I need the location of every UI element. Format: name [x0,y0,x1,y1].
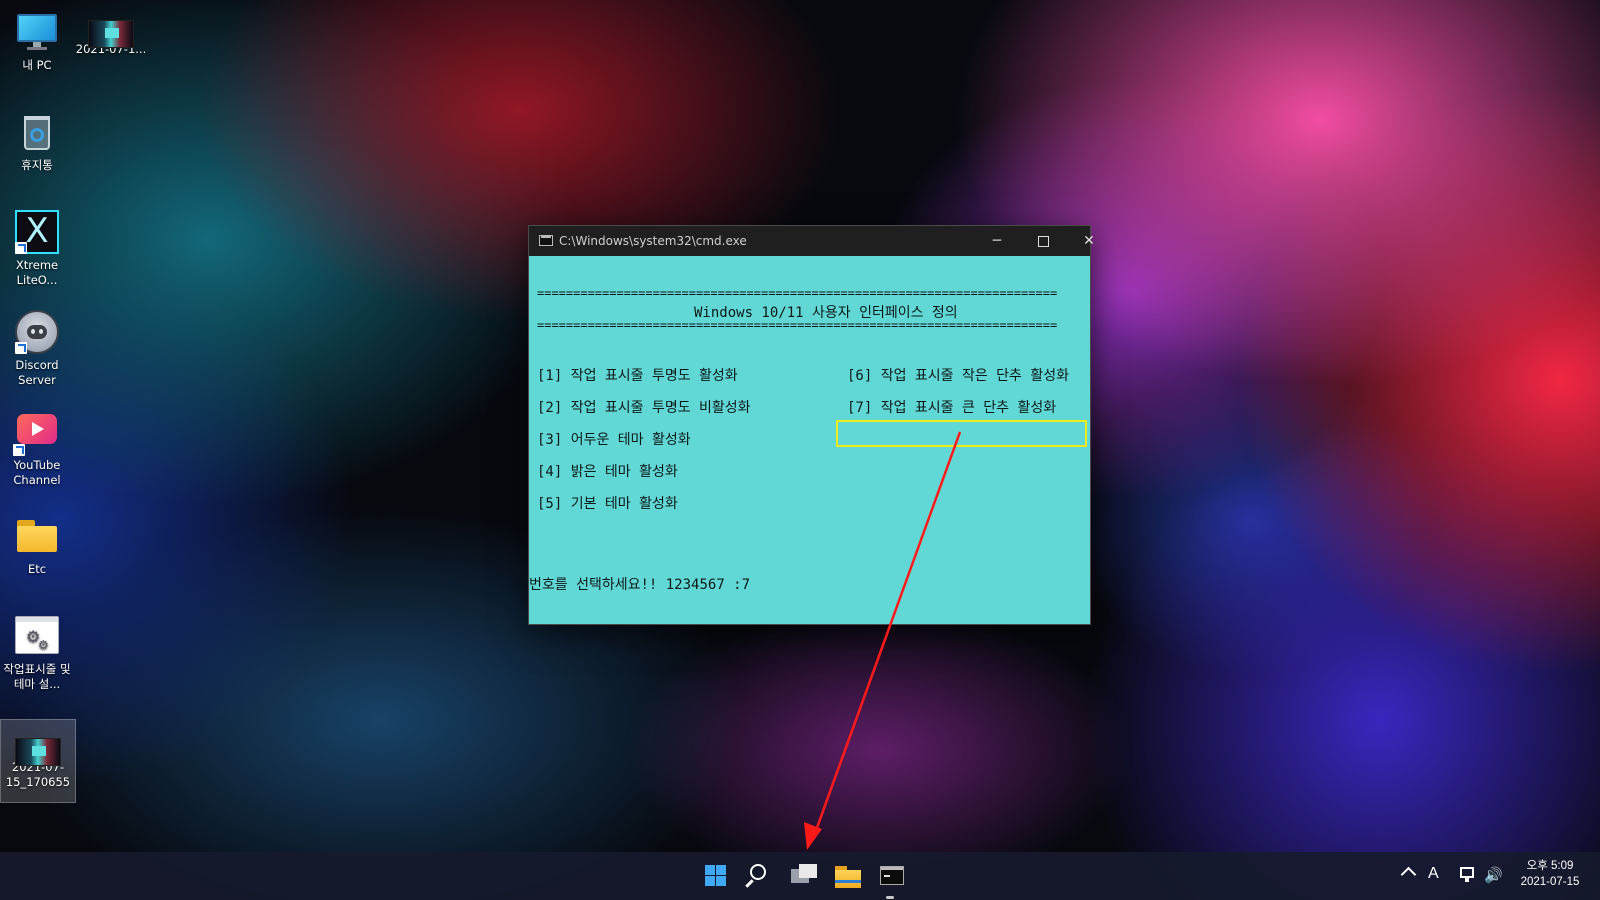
desktop-icon-this-pc[interactable]: 내 PC [0,2,74,73]
shortcut-arrow-icon [15,242,27,254]
menu-option-3: [3] 어두운 테마 활성화 [537,432,691,448]
menu-option-1: [1] 작업 표시줄 투명도 활성화 [537,368,738,384]
cmd-titlebar[interactable]: C:\Windows\system32\cmd.exe ─ ✕ [529,226,1095,256]
desktop-icon-youtube[interactable]: YouTube Channel [0,402,74,488]
file-explorer-button[interactable] [832,860,864,892]
desktop-icon-label: YouTube Channel [13,458,61,487]
terminal-icon [880,866,904,885]
desktop-icon-xtreme-lite[interactable]: X Xtreme LiteO... [0,202,74,288]
arrow-head [804,822,822,850]
clock-time: 오후 5:09 [1526,860,1574,872]
menu-option-7: [7] 작업 표시줄 큰 단추 활성화 [847,400,1057,416]
console-output[interactable]: ========================================… [529,256,1090,624]
search-icon [750,864,766,880]
desktop-icon-screenshot-2[interactable]: 2021-07-15_170655 [0,719,76,803]
desktop-icon-etc-folder[interactable]: Etc [0,506,74,577]
image-thumbnail-icon [15,738,61,766]
xtreme-lite-icon: X [15,210,59,254]
show-hidden-icons-chevron-icon[interactable] [1400,866,1417,883]
xtreme-lite-glyph: X [25,211,49,251]
computer-icon [15,10,59,54]
network-icon[interactable] [1460,867,1474,882]
task-view-button[interactable] [788,860,820,892]
shortcut-arrow-icon [15,342,27,354]
maximize-button[interactable] [1020,226,1066,256]
close-button[interactable]: ✕ [1066,226,1112,256]
menu-option-5: [5] 기본 테마 활성화 [537,496,678,512]
desktop-icon-label: 작업표시줄 및 테마 설... [3,662,71,691]
shortcut-arrow-icon [13,444,25,456]
cmd-app-icon [539,235,553,246]
youtube-icon [13,410,59,456]
volume-icon[interactable]: 🔊 [1484,865,1503,885]
highlight-box [836,420,1087,447]
folder-icon [15,514,59,558]
search-button[interactable] [744,860,776,892]
image-thumbnail-icon [88,20,134,48]
menu-option-2: [2] 작업 표시줄 투명도 비활성화 [537,400,751,416]
desktop-icon-taskbar-theme-script[interactable]: ⚙ ⚙ 작업표시줄 및 테마 설... [0,606,74,692]
start-button[interactable] [700,860,732,892]
command-prompt-button[interactable] [876,860,908,892]
menu-option-4: [4] 밝은 테마 활성화 [537,464,678,480]
running-indicator [886,896,894,899]
recycle-bin-icon [15,110,59,154]
cmd-window[interactable]: C:\Windows\system32\cmd.exe ─ ✕ ========… [528,225,1095,625]
separator-line: ========================================… [537,318,1058,332]
clock-date: 2021-07-15 [1520,876,1580,888]
clock[interactable]: 오후 5:09 2021-07-15 [1508,858,1592,890]
window-title: C:\Windows\system32\cmd.exe [559,234,747,248]
taskbar: A 🔊 오후 5:09 2021-07-15 [0,852,1600,900]
discord-icon [15,310,59,354]
menu-option-6: [6] 작업 표시줄 작은 단추 활성화 [847,368,1069,384]
maximize-icon [1037,235,1049,247]
task-view-icon [799,864,817,878]
desktop-icon-label: Xtreme LiteO... [15,258,59,287]
desktop-icon-label: Etc [27,562,47,576]
desktop-icon-label: 내 PC [22,58,52,72]
desktop-icon-screenshot-1[interactable]: 2021-07-1... [74,2,148,57]
minimize-button[interactable]: ─ [974,226,1020,256]
settings-script-icon: ⚙ ⚙ [15,614,59,658]
desktop-icon-discord[interactable]: Discord Server [0,302,74,388]
desktop-icon-label: 휴지통 [21,158,53,172]
folder-icon [835,870,861,888]
input-prompt: 번호를 선택하세요!! 1234567 :7 [529,577,751,593]
ime-indicator[interactable]: A [1428,864,1439,884]
desktop-icon-recycle-bin[interactable]: 휴지통 [0,102,74,173]
desktop-icon-label: Discord Server [15,358,59,387]
separator-line: ========================================… [537,286,1058,300]
